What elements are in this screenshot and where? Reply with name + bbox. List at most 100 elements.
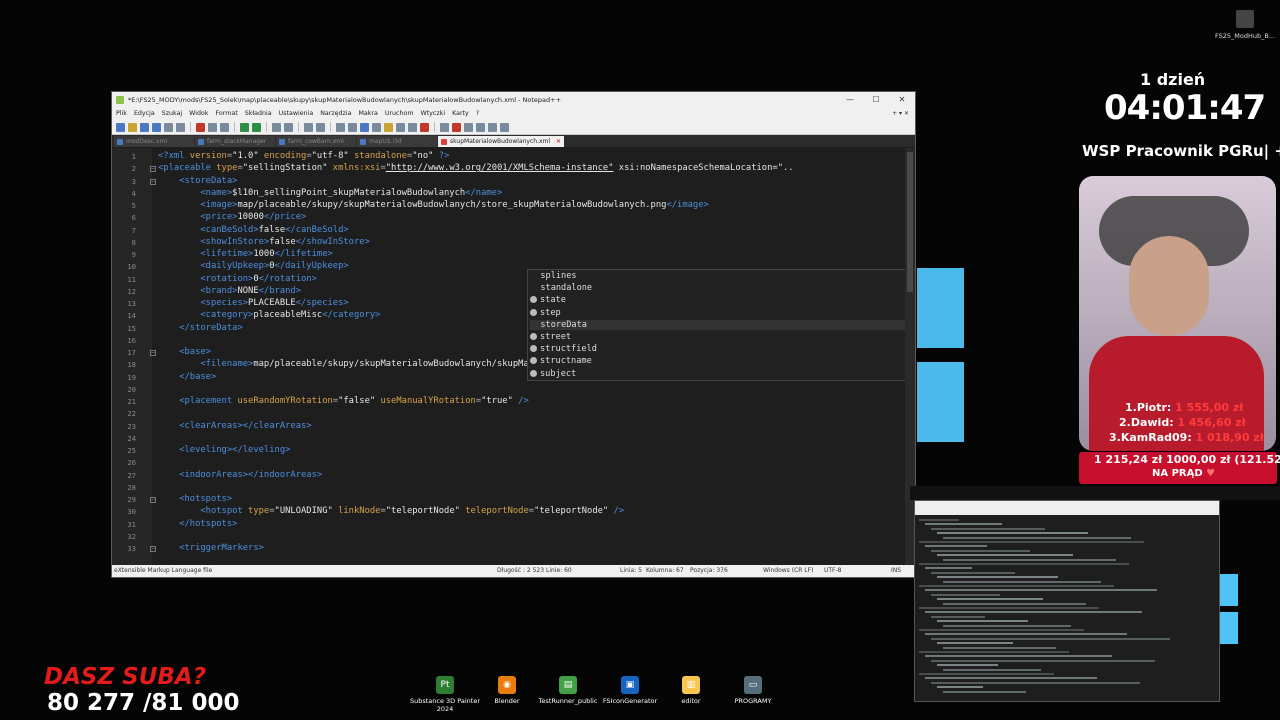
code-line[interactable]: <?xml version="1.0" encoding="utf-8" sta… [158, 151, 449, 161]
menu-item[interactable]: Ustawienia [279, 110, 314, 117]
menu-item[interactable]: Szukaj [162, 110, 182, 117]
file-tab[interactable]: farm_stackManager [195, 136, 275, 147]
desktop-shortcut[interactable]: Pt Substance 3D Painter 2024 [410, 676, 480, 713]
macro-start-icon[interactable] [440, 122, 449, 132]
menu-item[interactable]: Wtyczki [420, 110, 445, 117]
code-line[interactable]: <lifetime>1000</lifetime> [158, 249, 332, 259]
scrollbar-thumb[interactable] [907, 152, 913, 292]
file-tab[interactable]: mapUS.i3d [357, 136, 437, 147]
desktop-shortcut[interactable]: ▭ PROGRAMY [718, 676, 788, 705]
indent-guide-icon[interactable] [372, 122, 381, 132]
code-line[interactable]: <placeable type="sellingStation" xmlns:x… [158, 163, 794, 173]
autocomplete-item[interactable]: standalone [530, 283, 592, 293]
code-line[interactable]: <clearAreas></clearAreas> [158, 421, 311, 431]
autocomplete-item[interactable]: step [530, 308, 561, 318]
code-line[interactable]: <dailyUpkeep>0</dailyUpkeep> [158, 261, 348, 271]
macro-stop-icon[interactable] [464, 122, 473, 132]
code-line[interactable]: </hotspots> [158, 519, 237, 529]
file-tab[interactable]: modDesc.xml [114, 136, 194, 147]
menu-item[interactable]: Widok [189, 110, 208, 117]
code-line[interactable]: <rotation>0</rotation> [158, 274, 317, 284]
word-wrap-icon[interactable] [348, 122, 357, 132]
menu-item[interactable]: Karty [452, 110, 469, 117]
minimize-button[interactable]: — [837, 92, 863, 108]
copy-icon[interactable] [208, 122, 217, 132]
function-list-icon[interactable] [396, 122, 405, 132]
desktop-shortcut[interactable]: ◉ Blender [472, 676, 542, 705]
autocomplete-item[interactable]: structfield [530, 344, 597, 354]
maximize-button[interactable]: ☐ [863, 92, 889, 108]
save-all-icon[interactable] [152, 122, 161, 132]
code-line[interactable]: </base> [158, 372, 216, 382]
menu-item[interactable]: Plik [116, 110, 127, 117]
fold-toggle-icon[interactable]: − [150, 350, 156, 356]
code-line[interactable]: <species>PLACEABLE</species> [158, 298, 348, 308]
code-line[interactable]: <showInStore>false</showInStore> [158, 237, 370, 247]
code-line[interactable]: <indoorAreas></indoorAreas> [158, 470, 322, 480]
menu-item[interactable]: Edycja [134, 110, 155, 117]
file-tab[interactable]: farm_cowBarn.xml [276, 136, 356, 147]
menu-item[interactable]: Format [216, 110, 238, 117]
autocomplete-item[interactable]: state [530, 295, 566, 305]
macro-record-icon[interactable] [452, 122, 461, 132]
paste-icon[interactable] [220, 122, 229, 132]
fold-toggle-icon[interactable]: − [150, 166, 156, 173]
menu-item[interactable]: ? [476, 110, 479, 117]
code-line[interactable]: <placement useRandomYRotation="false" us… [158, 396, 529, 406]
new-file-icon[interactable] [116, 122, 125, 132]
autocomplete-item[interactable]: splines [530, 271, 576, 281]
macro-play-icon[interactable] [476, 122, 485, 132]
open-file-icon[interactable] [128, 122, 137, 132]
autocomplete-popup[interactable]: splines standalone state step storeData str… [527, 269, 909, 381]
undo-icon[interactable] [240, 122, 249, 132]
menu-item[interactable]: Składnia [245, 110, 272, 117]
code-line[interactable]: <image>map/placeable/skupy/skupMaterialo… [158, 200, 708, 210]
zoom-out-icon[interactable] [316, 122, 325, 132]
autocomplete-item[interactable]: structname [530, 356, 592, 366]
code-line[interactable]: <hotspots> [158, 494, 232, 504]
desktop-shortcut[interactable]: ▥ editor [656, 676, 726, 705]
code-line[interactable]: <canBeSold>false</canBeSold> [158, 225, 348, 235]
code-line[interactable]: <price>10000</price> [158, 212, 306, 222]
find-icon[interactable] [272, 122, 281, 132]
code-line[interactable]: <name>$l10n_sellingPoint_skupMaterialowB… [158, 188, 502, 198]
code-line[interactable]: <triggerMarkers> [158, 543, 264, 553]
code-line[interactable]: <base> [158, 347, 211, 357]
file-tab[interactable]: skupMaterialowBudowlanych.xml ✕ [438, 136, 565, 147]
tab-close-icon[interactable]: ✕ [556, 136, 561, 147]
code-line[interactable]: <brand>NONE</brand> [158, 286, 301, 296]
menu-item[interactable]: Uruchom [385, 110, 414, 117]
autocomplete-item[interactable]: subject [530, 369, 576, 379]
fold-toggle-icon[interactable]: − [150, 178, 156, 185]
code-line[interactable]: <leveling></leveling> [158, 445, 290, 455]
desktop-icon-modhub[interactable]: FS25_ModHub_B... [1212, 10, 1278, 40]
save-icon[interactable] [140, 122, 149, 132]
desktop-shortcut[interactable]: ▣ FSIconGenerator [595, 676, 665, 705]
code-line[interactable]: </storeData> [158, 323, 243, 333]
show-all-chars-icon[interactable] [360, 122, 369, 132]
close-button[interactable]: ✕ [889, 92, 915, 108]
redo-icon[interactable] [252, 122, 261, 132]
folder-workspace-icon[interactable] [408, 122, 417, 132]
sync-scroll-icon[interactable] [336, 122, 345, 132]
print-icon[interactable] [176, 122, 185, 132]
code-line[interactable]: <category>placeableMisc</category> [158, 310, 380, 320]
desktop-shortcut[interactable]: ▤ TestRunner_public [533, 676, 603, 705]
code-line[interactable]: <hotspot type="UNLOADING" linkNode="tele… [158, 506, 624, 516]
replace-icon[interactable] [284, 122, 293, 132]
code-editor[interactable]: 1 2−3−4 5 6 7 8 9 10 11 12 13 14 15 16 17−18 19 20 21 22 23… [112, 148, 915, 568]
autocomplete-item[interactable]: storeData [530, 319, 905, 330]
code-line[interactable]: <storeData> [158, 176, 237, 186]
fold-toggle-icon[interactable]: − [150, 546, 156, 552]
zoom-in-icon[interactable] [304, 122, 313, 132]
menu-item[interactable]: Narzędzia [320, 110, 351, 117]
autocomplete-item[interactable]: street [530, 332, 571, 342]
cut-icon[interactable] [196, 122, 205, 132]
fold-toggle-icon[interactable]: − [150, 497, 156, 503]
doc-map-icon[interactable] [384, 122, 393, 132]
monitoring-icon[interactable] [420, 122, 429, 132]
close-file-icon[interactable] [164, 122, 173, 132]
menu-right-controls[interactable]: + ▾ ✕ [892, 108, 909, 120]
menu-item[interactable]: Makra [358, 110, 377, 117]
macro-save-icon[interactable] [500, 122, 509, 132]
